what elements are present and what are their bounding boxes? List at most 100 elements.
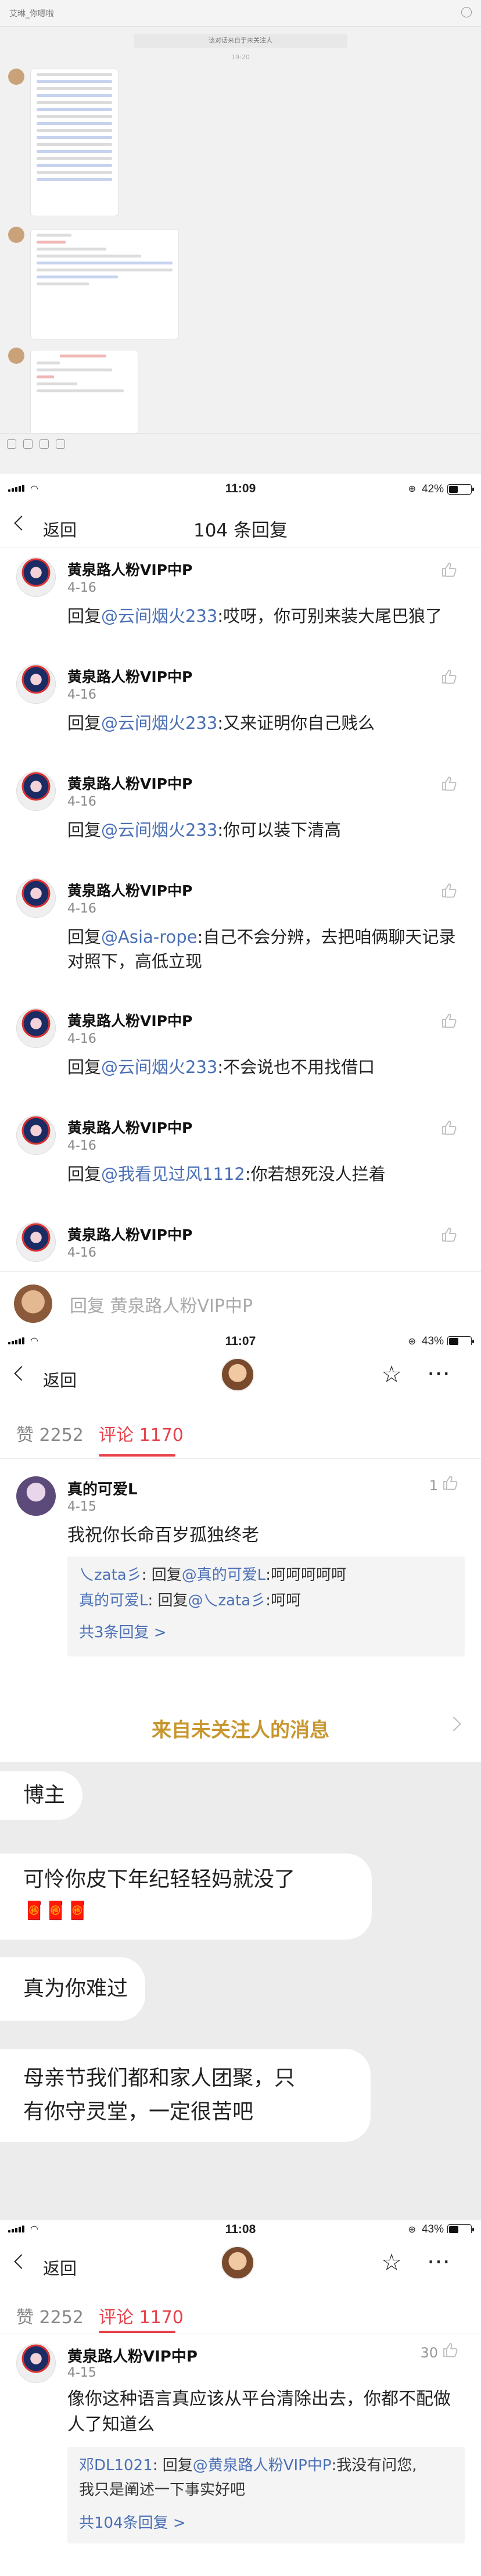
author-avatar[interactable] <box>221 1358 254 1391</box>
replier-avatar[interactable] <box>16 771 56 811</box>
page-title: 104 条回复 <box>193 520 288 541</box>
comment-item: 黄泉路人粉VIP中P 4-15 30 像你这种语言真应该从平台清除出去，你都不配… <box>0 2337 481 2575</box>
stranger-messages-title: 来自未关注人的消息 <box>152 1719 329 1742</box>
thumbs-up-icon[interactable] <box>441 2341 459 2359</box>
author-avatar[interactable] <box>221 2246 254 2280</box>
post-screen-2: ◠ 11:08 ⊕ 43% 返回 ☆ ⋯ 赞 2252 评论 1170 黄泉路人… <box>0 2220 481 2576</box>
back-button[interactable]: 返回 <box>43 2255 77 2280</box>
comment-text: 我祝你长命百岁孤独终老 <box>67 1525 259 1545</box>
rotation-lock-icon: ⊕ <box>408 483 416 494</box>
stranger-messages-screen: 来自未关注人的消息 博主 可怜你皮下年纪轻轻妈就没了 🧧🧧🧧 真为你难过 母亲节… <box>0 1691 481 2220</box>
view-all-replies-link[interactable]: 共104条回复 > <box>79 2511 186 2532</box>
chat-image-comments[interactable] <box>30 69 119 216</box>
thumbs-up-icon[interactable] <box>440 775 458 792</box>
replier-name[interactable]: 黄泉路人粉VIP中P <box>67 1223 192 1244</box>
replies-screen: ◠ 11:09 ⊕ 42% 返回 104 条回复 黄泉路人粉VIP中P 4-16 回… <box>0 474 481 1332</box>
post-screen-1: ◠ 11:07 ⊕ 43% 返回 ☆ ⋯ 赞 2252 评论 1170 真的可爱… <box>0 1332 481 1691</box>
sub-reply[interactable]: 乀zata彡: 回复@真的可爱L:呵呵呵呵呵 <box>79 1564 346 1587</box>
reply-date: 4-16 <box>67 1139 96 1153</box>
back-chevron-icon[interactable] <box>14 1366 29 1381</box>
status-bar: ◠ 11:09 ⊕ 42% <box>0 474 481 503</box>
replier-avatar[interactable] <box>16 1008 56 1048</box>
replier-name[interactable]: 黄泉路人粉VIP中P <box>67 879 192 900</box>
stranger-messages-header[interactable]: 来自未关注人的消息 <box>0 1691 481 1762</box>
my-avatar <box>14 1285 52 1323</box>
reply-text: 回复@云间烟火233:又来证明你自己贱么 <box>67 713 375 733</box>
message-text: 可怜你皮下年纪轻轻妈就没了 <box>23 1867 296 1891</box>
user-profile-icon[interactable] <box>461 7 472 17</box>
replier-avatar[interactable] <box>16 557 56 597</box>
sub-reply-continued[interactable]: 我只是阐述一下事实好吧 <box>79 2478 245 2502</box>
replier-name[interactable]: 黄泉路人粉VIP中P <box>67 559 192 579</box>
back-chevron-icon[interactable] <box>14 2254 29 2269</box>
comment-date: 4-15 <box>67 1500 96 1514</box>
view-all-replies-link[interactable]: 共3条回复 > <box>79 1620 167 1642</box>
replier-avatar[interactable] <box>16 1115 56 1155</box>
commenter-avatar[interactable] <box>16 1476 56 1516</box>
favorite-star-icon[interactable]: ☆ <box>381 2249 402 2276</box>
chat-image-post[interactable] <box>30 229 179 339</box>
back-button[interactable]: 返回 <box>43 1367 77 1391</box>
chat-timestamp: 19:20 <box>231 53 250 61</box>
commenter-name[interactable]: 黄泉路人粉VIP中P <box>67 2345 198 2366</box>
replier-avatar[interactable] <box>16 664 56 704</box>
replier-avatar[interactable] <box>16 878 56 918</box>
tab-likes[interactable]: 赞 2252 <box>16 1421 84 1446</box>
chat-image-messages[interactable] <box>30 350 138 435</box>
thumbs-up-icon[interactable] <box>440 1012 458 1029</box>
reply-text: 回复@云间烟火233:哎呀，你可别来装大尾巴狼了 <box>67 606 443 626</box>
more-options-icon[interactable]: ⋯ <box>427 2248 452 2275</box>
replier-name[interactable]: 黄泉路人粉VIP中P <box>67 1117 192 1137</box>
reply-date: 4-16 <box>67 688 96 702</box>
chat-title: 艾琳_你嗯啦 <box>9 9 54 19</box>
attach-icon[interactable] <box>40 439 49 449</box>
mention-link[interactable]: @我看见过风1112 <box>101 1164 245 1184</box>
replier-name[interactable]: 黄泉路人粉VIP中P <box>67 772 192 793</box>
reply-item: 黄泉路人粉VIP中P 4-16 回复@云间烟火233:不会说也不用找借口 <box>0 999 481 1106</box>
commenter-avatar[interactable] <box>16 2344 56 2383</box>
replier-name[interactable]: 黄泉路人粉VIP中P <box>67 1010 192 1031</box>
comment-text: 像你这种语言真应该从平台清除出去，你都不配做 人了知道么 <box>67 2389 451 2435</box>
chat-titlebar: 艾琳_你嗯啦 <box>0 0 481 27</box>
sender-avatar <box>8 227 24 243</box>
reply-date: 4-16 <box>67 901 96 916</box>
replies-navbar: 返回 104 条回复 <box>0 503 481 548</box>
thumbs-up-icon[interactable] <box>441 1474 459 1491</box>
battery-icon <box>447 484 474 495</box>
sub-reply[interactable]: 真的可爱L: 回复@乀zata彡:呵呵 <box>79 1589 301 1612</box>
sub-reply[interactable]: 邓DL1021: 回复@黄泉路人粉VIP中P:我没有问您, <box>79 2454 417 2477</box>
reply-input[interactable]: 回复 黄泉路人粉VIP中P <box>70 1291 253 1317</box>
thumbs-up-icon[interactable] <box>440 1226 458 1243</box>
message-bubble: 可怜你皮下年纪轻轻妈就没了 🧧🧧🧧 <box>0 1854 372 1940</box>
tab-comments[interactable]: 评论 1170 <box>99 2303 184 2328</box>
mention-link[interactable]: @云间烟火233 <box>101 1057 217 1077</box>
thumbs-up-icon[interactable] <box>440 561 458 578</box>
mention-link[interactable]: @Asia-rope <box>101 927 198 947</box>
reply-input-bar[interactable]: 回复 黄泉路人粉VIP中P <box>0 1271 481 1332</box>
sub-replies-box: 邓DL1021: 回复@黄泉路人粉VIP中P:我没有问您, 我只是阐述一下事实好… <box>67 2447 465 2543</box>
tab-likes[interactable]: 赞 2252 <box>16 2303 84 2328</box>
message-text: 有你守灵堂，一定很苦吧 <box>23 2100 254 2124</box>
file-icon[interactable] <box>56 439 65 449</box>
mention-link[interactable]: @云间烟火233 <box>101 606 217 626</box>
mention-link[interactable]: @云间烟火233 <box>101 713 217 733</box>
image-icon[interactable] <box>23 439 33 449</box>
reply-item: 黄泉路人粉VIP中P 4-16 回复@Asia-rope:自己不会分辨，去把咱俩聊天… <box>0 869 481 976</box>
mention-link[interactable]: @云间烟火233 <box>101 820 217 840</box>
more-options-icon[interactable]: ⋯ <box>427 1360 452 1387</box>
favorite-star-icon[interactable]: ☆ <box>381 1361 402 1388</box>
thumbs-up-icon[interactable] <box>440 668 458 685</box>
tab-comments[interactable]: 评论 1170 <box>99 1421 184 1446</box>
like-count: 1 <box>429 1477 438 1494</box>
replier-name[interactable]: 黄泉路人粉VIP中P <box>67 666 192 686</box>
reply-date: 4-16 <box>67 1246 96 1260</box>
thumbs-up-icon[interactable] <box>440 1119 458 1136</box>
chat-notice: 该对话来自于未关注人 <box>134 34 347 48</box>
like-count: 30 <box>420 2345 438 2361</box>
comment-item: 真的可爱L 4-15 1 我祝你长命百岁孤独终老 乀zata彡: 回复@真的可爱… <box>0 1469 481 1661</box>
replier-avatar[interactable] <box>16 1222 56 1262</box>
thumbs-up-icon[interactable] <box>440 882 458 899</box>
emoji-icon[interactable] <box>7 439 16 449</box>
reply-date: 4-16 <box>67 581 96 595</box>
commenter-name[interactable]: 真的可爱L <box>67 1477 138 1499</box>
